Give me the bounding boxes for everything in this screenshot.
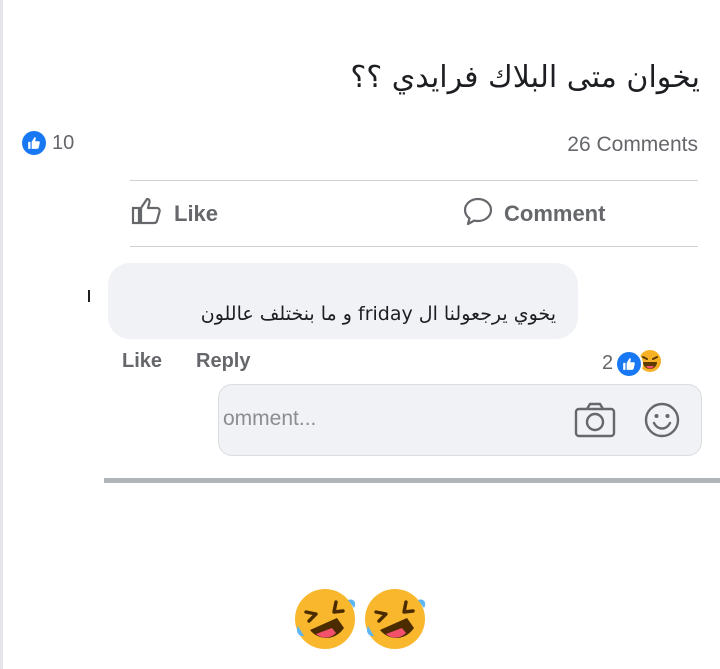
comment-text: يخوي يرجعولنا ال friday و ما بنختلف عالل… [200, 303, 556, 325]
rofl-emoji-icon [362, 586, 428, 657]
thumbs-up-outline-icon [130, 196, 164, 232]
like-badge-icon [22, 131, 46, 155]
divider [130, 246, 698, 247]
comment-like-link[interactable]: Like [122, 350, 162, 373]
comment-button[interactable]: Comment [462, 196, 605, 232]
reaction-count: 10 [52, 131, 75, 154]
comment-input[interactable]: omment... [218, 384, 702, 456]
comment-reactions[interactable]: 2 [602, 348, 664, 379]
card-bottom-edge [104, 478, 720, 483]
thread-line [88, 290, 90, 302]
smiley-icon[interactable] [643, 401, 681, 444]
post-text: يخوان متى البلاك فرايدي ؟؟ [350, 60, 700, 95]
comment-bubble-icon [462, 196, 494, 232]
like-badge-icon [617, 351, 642, 376]
comment-reaction-count: 2 [602, 352, 614, 374]
camera-icon[interactable] [573, 401, 617, 444]
divider [130, 180, 698, 181]
rofl-emoji-icon [292, 586, 358, 657]
comment-reply-link[interactable]: Reply [196, 350, 250, 373]
comment-bubble[interactable]: يخوي يرجعولنا ال friday و ما بنختلف عالل… [108, 263, 578, 339]
post-reactions[interactable]: 10 [22, 131, 74, 155]
like-button[interactable]: Like [130, 196, 218, 232]
comments-count[interactable]: 26 Comments [567, 133, 698, 157]
comment-input-placeholder: omment... [223, 407, 317, 430]
laughing-emoji-icon [637, 348, 664, 379]
left-frame-edge [0, 0, 3, 669]
comment-button-label: Comment [504, 201, 606, 226]
like-button-label: Like [174, 201, 219, 226]
